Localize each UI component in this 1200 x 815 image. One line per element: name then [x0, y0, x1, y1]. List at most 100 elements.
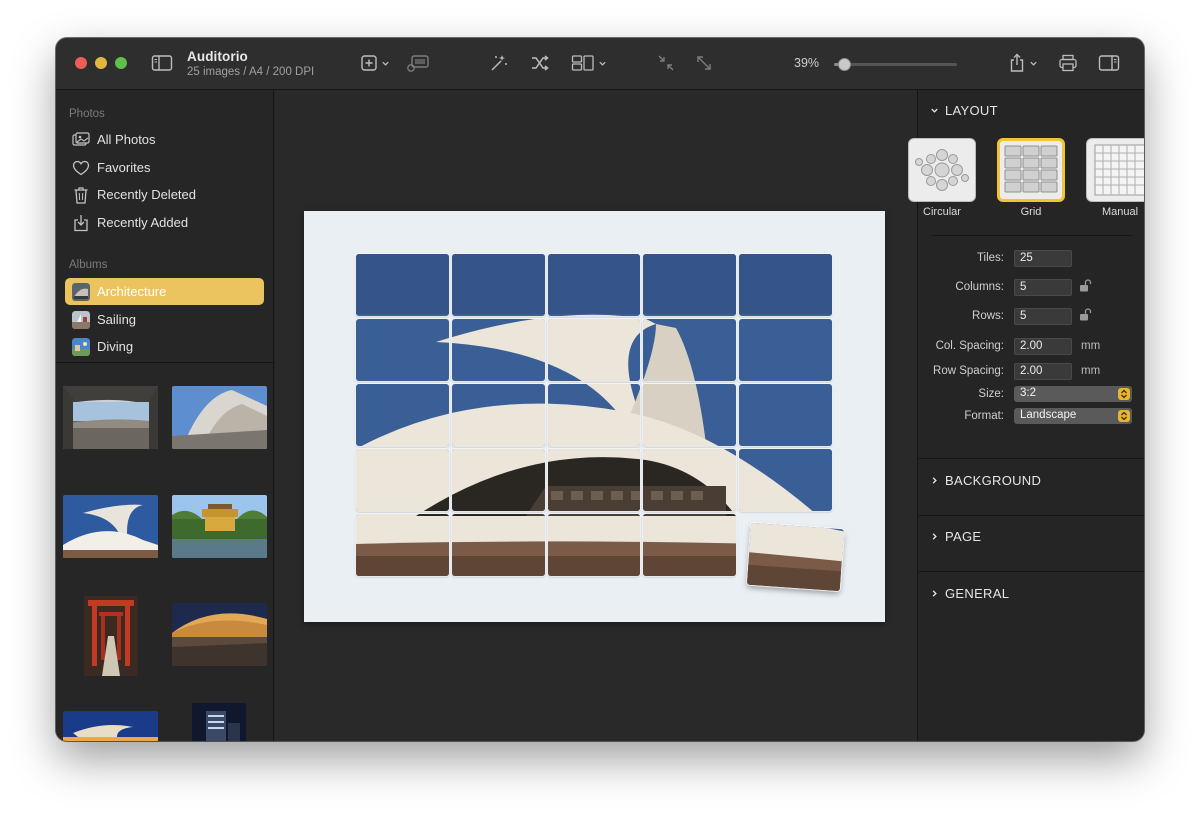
mosaic-tile[interactable]: [739, 254, 832, 316]
mosaic-tile[interactable]: [451, 319, 545, 381]
sidebar-toggle-icon[interactable]: [151, 52, 173, 74]
mosaic-tile[interactable]: [451, 514, 545, 576]
mosaic-tile[interactable]: [643, 514, 737, 576]
sidebar-item-sailing[interactable]: Sailing: [65, 306, 264, 333]
sidebar-item-favorites[interactable]: Favorites: [65, 154, 264, 181]
mosaic-tile[interactable]: [547, 449, 641, 511]
maximize-window-button[interactable]: [115, 57, 127, 69]
sidebar-item-recently-added[interactable]: Recently Added: [65, 209, 264, 236]
mosaic-tile-image: [739, 254, 832, 316]
zoom-slider-thumb[interactable]: [837, 58, 851, 71]
close-window-button[interactable]: [75, 57, 87, 69]
sidebar-item-label: Favorites: [97, 160, 151, 175]
albums-section-header: Albums: [69, 259, 108, 271]
layout-option-circular[interactable]: Circular: [905, 138, 979, 218]
chevron-down-icon: [1030, 61, 1037, 66]
expand-icon[interactable]: [694, 52, 714, 74]
sidebar-item-recently-deleted[interactable]: Recently Deleted: [65, 181, 264, 208]
sidebar: Photos All Photos Favorites Recently Del…: [56, 90, 274, 741]
mosaic-tile[interactable]: [356, 514, 449, 576]
add-menu-button[interactable]: [360, 52, 390, 74]
mosaic-tile[interactable]: [451, 254, 545, 316]
mosaic-tile[interactable]: [643, 384, 737, 446]
mosaic-tile[interactable]: [747, 522, 845, 592]
photo-thumbnail[interactable]: [172, 386, 267, 449]
mosaic-tile[interactable]: [643, 449, 737, 511]
canvas-area: [275, 90, 917, 741]
format-popup[interactable]: Landscape: [1014, 408, 1132, 424]
col-spacing-unit: mm: [1081, 340, 1101, 352]
mosaic-tile-image: [356, 514, 449, 576]
sidebar-item-diving[interactable]: Diving: [65, 333, 264, 360]
mosaic-tile[interactable]: [643, 254, 737, 316]
add-icon: [361, 55, 377, 71]
insert-photo-icon[interactable]: [406, 52, 430, 74]
photo-thumbnail[interactable]: [63, 386, 158, 449]
general-section-header[interactable]: GENERAL: [930, 586, 1009, 601]
mosaic-tile[interactable]: [739, 384, 832, 446]
chevron-down-icon: [382, 61, 389, 66]
col-spacing-label: Col. Spacing:: [935, 340, 1004, 352]
inspector-toggle-icon[interactable]: [1098, 52, 1120, 74]
print-page: [304, 211, 885, 622]
mosaic-tile[interactable]: [547, 254, 641, 316]
share-menu-button[interactable]: [1008, 52, 1038, 74]
photo-mosaic[interactable]: [356, 254, 845, 592]
mosaic-tile[interactable]: [356, 319, 449, 381]
size-popup[interactable]: 3:2: [1014, 386, 1132, 402]
mosaic-tile-image: [451, 449, 545, 511]
sidebar-item-all-photos[interactable]: All Photos: [65, 126, 264, 153]
print-icon[interactable]: [1058, 52, 1078, 74]
mosaic-tile[interactable]: [739, 449, 832, 511]
mosaic-tile-image: [356, 254, 449, 316]
mosaic-tile[interactable]: [451, 384, 545, 446]
photo-thumbnail-grid: [56, 362, 274, 741]
mosaic-tile[interactable]: [451, 449, 545, 511]
background-section-header[interactable]: BACKGROUND: [930, 473, 1041, 488]
section-title: LAYOUT: [945, 103, 998, 118]
mosaic-tile-image: [356, 384, 449, 446]
mosaic-tile-image: [547, 319, 641, 381]
album-thumbnail: [71, 337, 91, 357]
photo-thumbnail[interactable]: [84, 596, 138, 676]
mosaic-tile[interactable]: [547, 384, 641, 446]
mosaic-tile[interactable]: [356, 449, 449, 511]
col-spacing-field[interactable]: 2.00: [1014, 338, 1072, 355]
mosaic-tile[interactable]: [356, 254, 449, 316]
photo-thumbnail[interactable]: [63, 495, 158, 558]
lock-icon[interactable]: [1078, 307, 1092, 327]
photo-thumbnail[interactable]: [63, 711, 158, 741]
mosaic-tile[interactable]: [643, 319, 737, 381]
zoom-slider[interactable]: [834, 58, 957, 71]
mosaic-tile[interactable]: [547, 319, 641, 381]
tiles-field[interactable]: 25: [1014, 250, 1072, 267]
tiles-label: Tiles:: [976, 252, 1004, 264]
layout-option-manual[interactable]: Manual: [1083, 138, 1144, 218]
row-spacing-field[interactable]: 2.00: [1014, 363, 1072, 380]
mosaic-tile[interactable]: [739, 319, 832, 381]
app-window: Auditorio 25 images / A4 / 200 DPI 39% P…: [56, 38, 1144, 741]
collapse-icon[interactable]: [656, 52, 676, 74]
photo-thumbnail[interactable]: [172, 603, 267, 666]
minimize-window-button[interactable]: [95, 57, 107, 69]
mosaic-tile[interactable]: [356, 384, 449, 446]
layout-option-grid[interactable]: Grid: [994, 138, 1068, 218]
mosaic-tile[interactable]: [547, 514, 641, 576]
columns-field[interactable]: 5: [1014, 279, 1072, 296]
photo-thumbnail[interactable]: [172, 495, 267, 558]
shuffle-icon[interactable]: [530, 52, 550, 74]
layout-option-label: Manual: [1101, 206, 1139, 218]
photo-thumbnail[interactable]: [192, 703, 246, 741]
lock-icon[interactable]: [1078, 278, 1092, 298]
mosaic-tile-image: [356, 449, 449, 511]
columns-label: Columns:: [955, 281, 1004, 293]
sidebar-item-architecture[interactable]: Architecture: [65, 278, 264, 305]
rows-field[interactable]: 5: [1014, 308, 1072, 325]
mosaic-tile-image: [739, 319, 832, 381]
page-section-header[interactable]: PAGE: [930, 529, 981, 544]
layout-section-header[interactable]: LAYOUT: [930, 103, 998, 118]
layout-menu-button[interactable]: [571, 52, 607, 74]
mosaic-tile-image: [739, 449, 832, 511]
magic-wand-icon[interactable]: [489, 52, 509, 74]
rows-label: Rows:: [972, 310, 1004, 322]
